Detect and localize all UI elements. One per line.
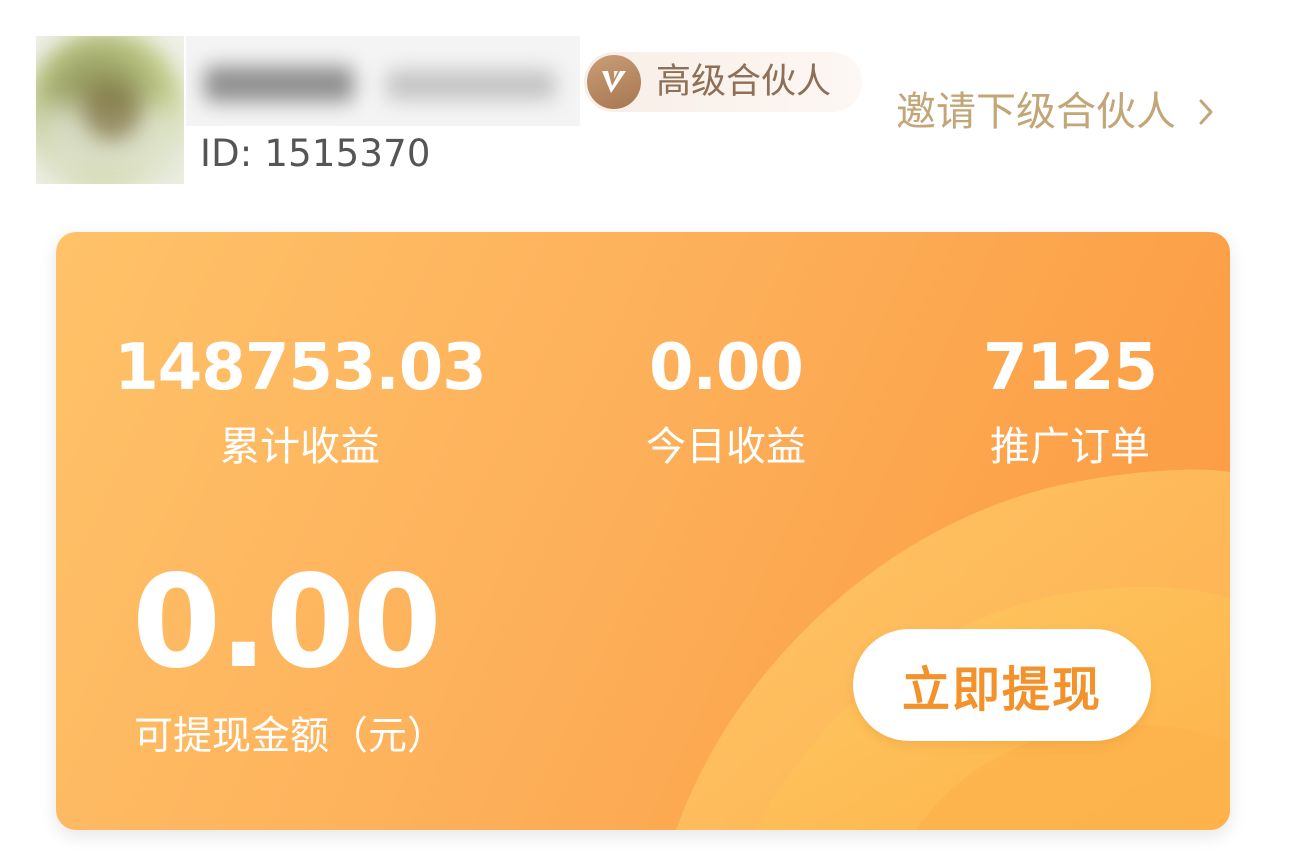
today-earnings-value: 0.00 [649, 331, 804, 405]
avatar-image-blur-center [84, 84, 140, 140]
nickname-redacted [186, 36, 580, 126]
withdraw-button-label: 立即提现 [901, 662, 1102, 718]
invite-label: 邀请下级合伙人 [896, 89, 1176, 135]
earnings-card: 148753.03 累计收益 0.00 今日收益 7125 推广订单 0.00 … [56, 232, 1230, 830]
total-earnings-value: 148753.03 [114, 331, 487, 405]
level-badge: 高级合伙人 [584, 52, 862, 112]
nickname-blur-segment [204, 66, 354, 102]
total-earnings-label: 累计收益 [220, 424, 380, 470]
invite-partner-link[interactable]: 邀请下级合伙人 [896, 84, 1216, 140]
chevron-right-icon [1199, 99, 1213, 125]
level-label: 高级合伙人 [656, 62, 832, 102]
promo-orders-label: 推广订单 [990, 424, 1150, 470]
nickname-blur-segment [386, 70, 556, 100]
today-earnings-label: 今日收益 [646, 424, 806, 470]
promo-orders-value: 7125 [982, 331, 1158, 405]
v-level-icon [587, 55, 641, 109]
withdrawable-label: 可提现金额（元） [134, 714, 447, 759]
avatar[interactable] [36, 36, 184, 184]
withdrawable-amount: 0.00 [132, 548, 442, 697]
withdraw-button[interactable]: 立即提现 [853, 629, 1151, 741]
user-id: ID: 1515370 [200, 132, 431, 175]
